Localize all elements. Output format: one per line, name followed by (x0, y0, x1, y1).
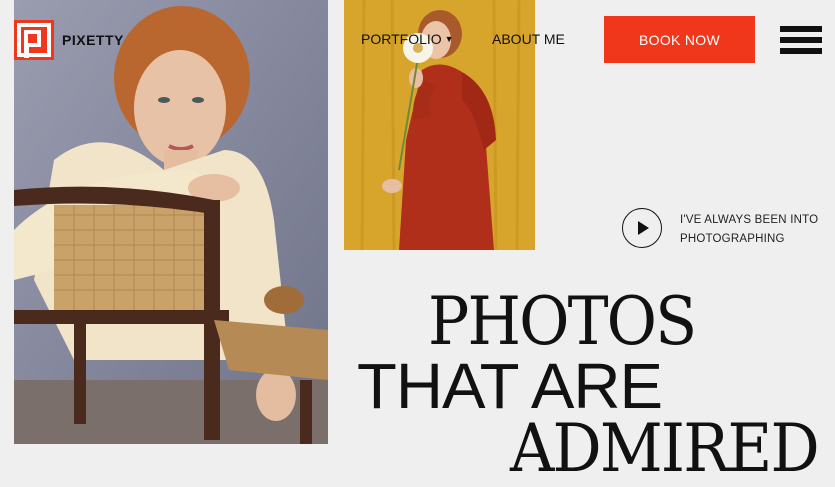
hamburger-menu-icon[interactable] (780, 26, 822, 54)
nav-portfolio-label: PORTFOLIO (361, 31, 442, 47)
brand-name: PIXETTY (62, 32, 124, 48)
caret-down-icon: ▼ (444, 34, 454, 44)
hero-headline-line-1: PHOTOS (428, 283, 697, 360)
nav-item-portfolio[interactable]: PORTFOLIO ▼ (361, 31, 454, 47)
book-now-button[interactable]: BOOK NOW (604, 16, 755, 63)
nav-item-about-me[interactable]: ABOUT ME (492, 31, 565, 47)
brand-logo[interactable]: PIXETTY (14, 20, 124, 60)
logo-mark-icon (14, 20, 54, 60)
play-video-button[interactable] (622, 208, 662, 248)
hero-tagline: I'VE ALWAYS BEEN INTO PHOTOGRAPHING (680, 214, 819, 245)
hero-headline-line-3: ADMIRED (510, 410, 820, 487)
woman-chair-image (14, 0, 328, 444)
hero-photo-chair (14, 0, 328, 444)
play-icon (638, 221, 649, 235)
